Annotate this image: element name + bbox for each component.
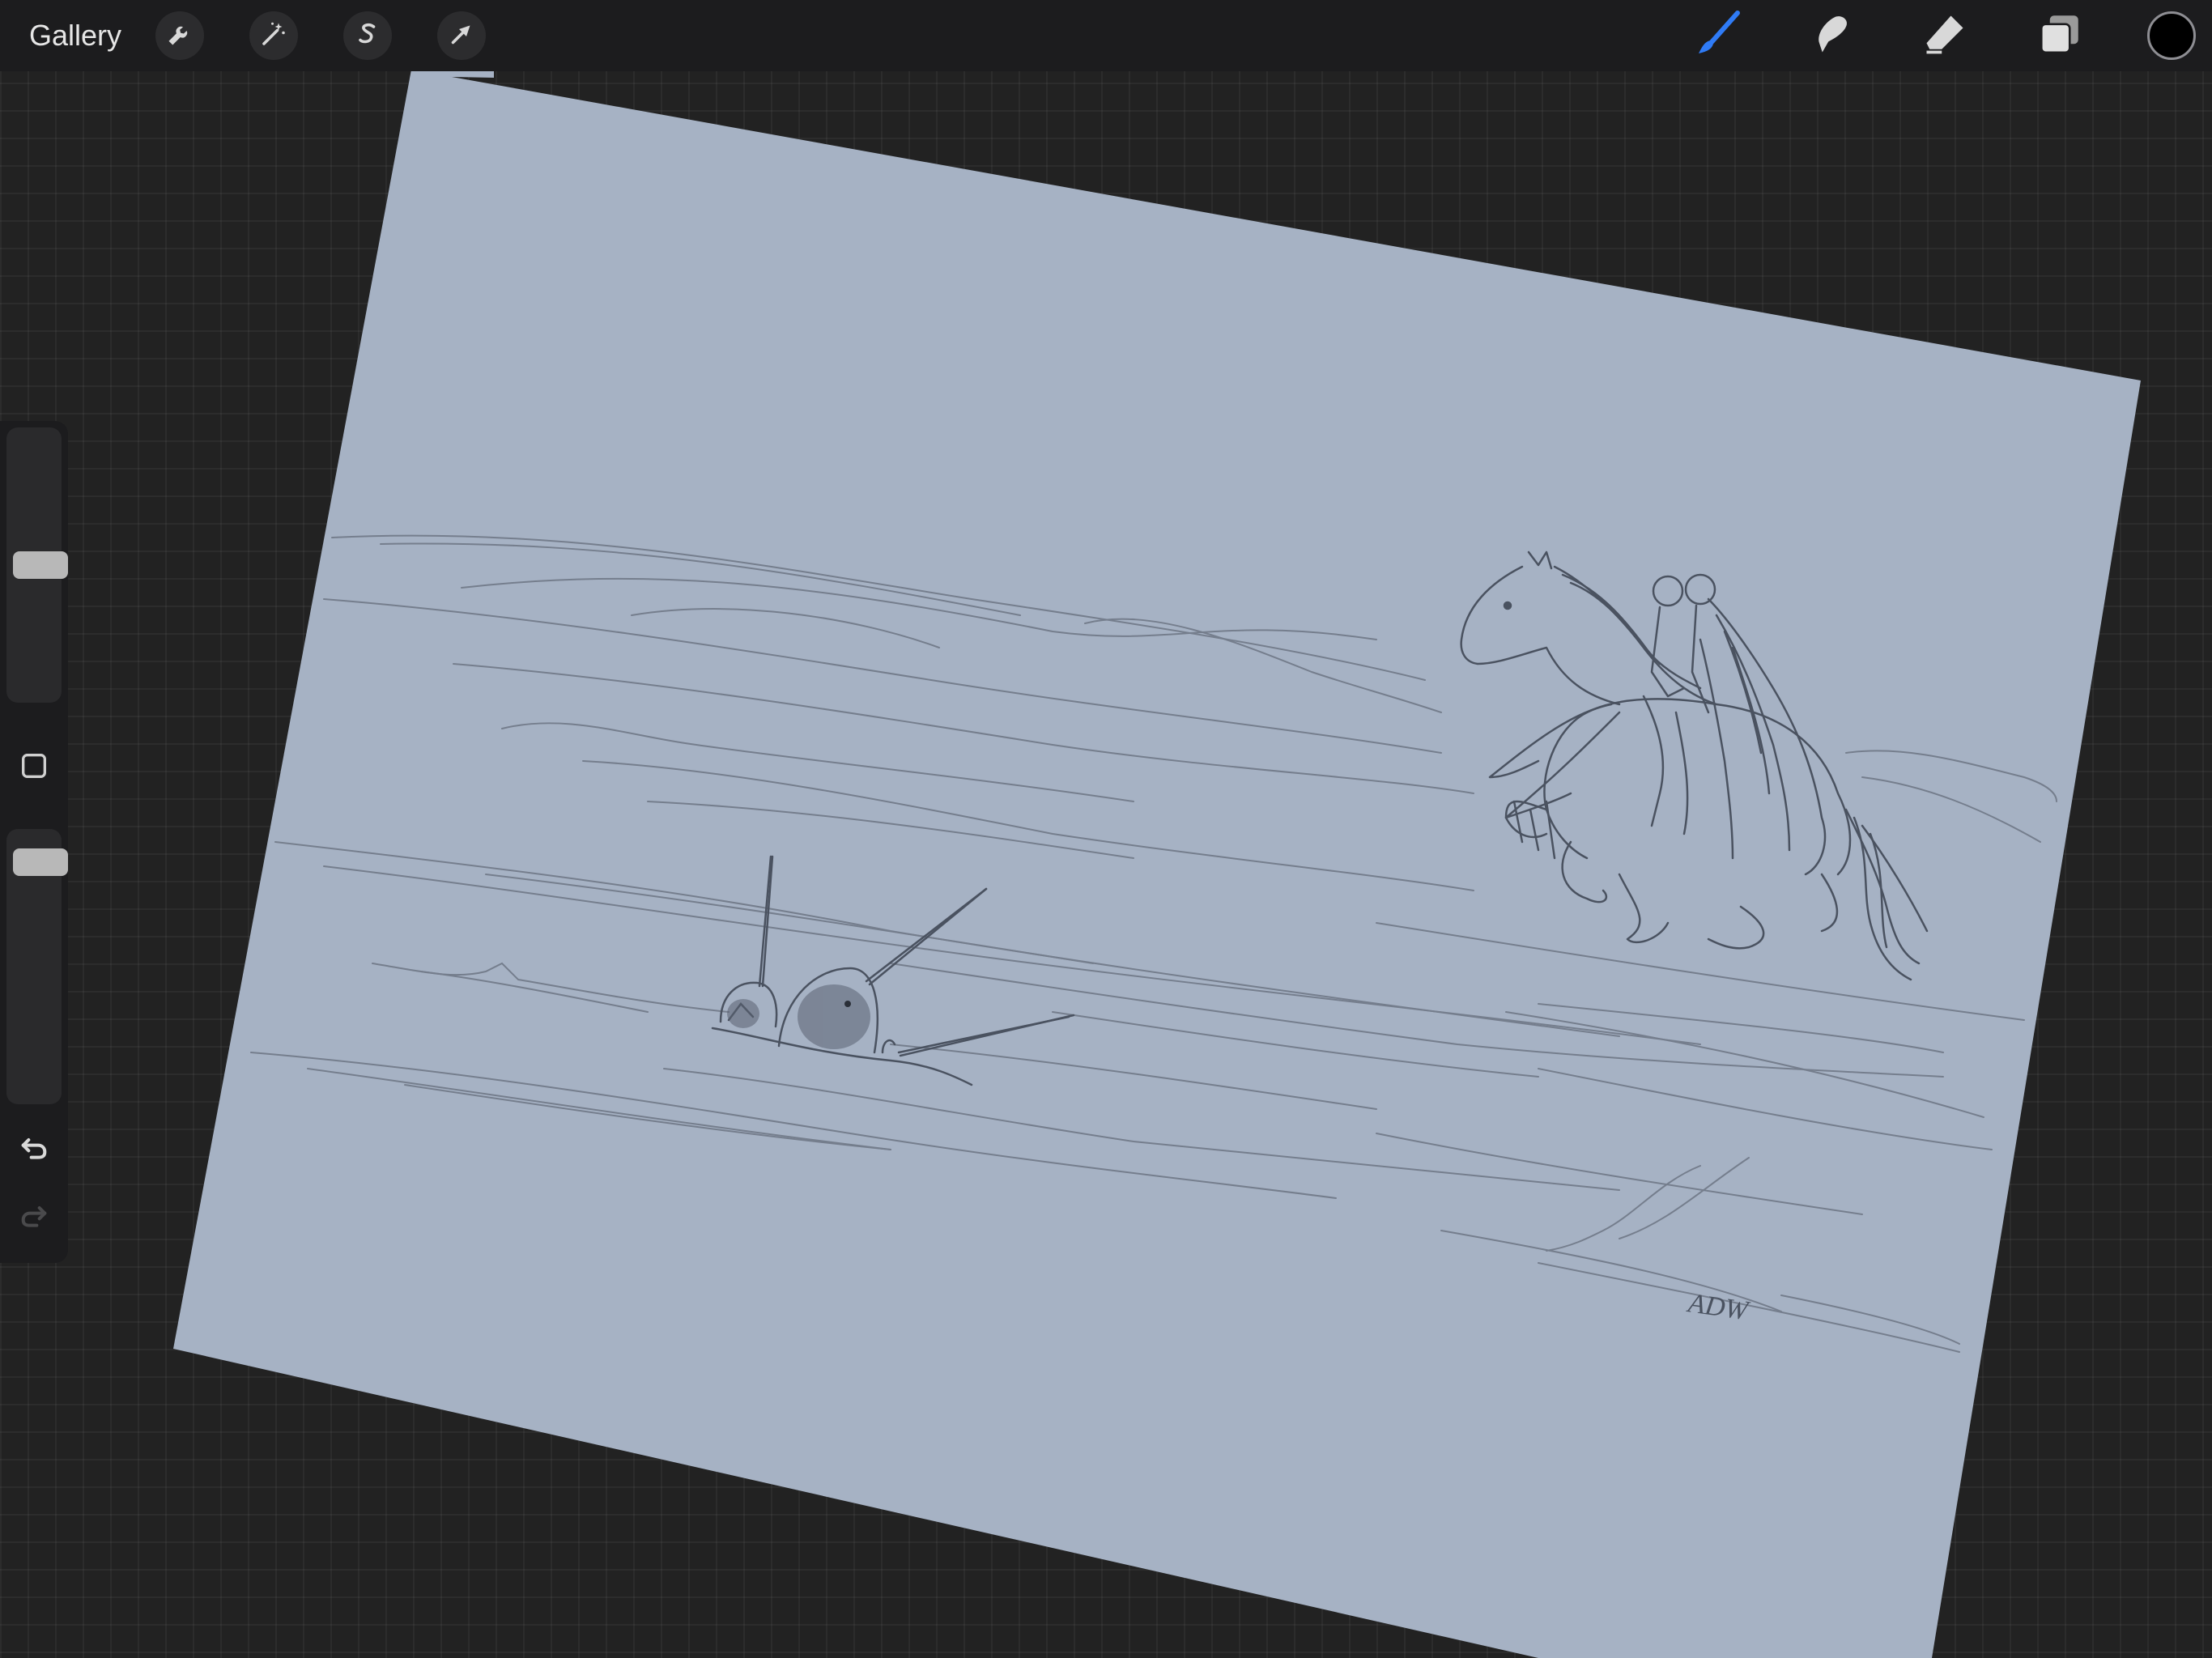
color-swatch[interactable] xyxy=(2147,11,2196,60)
brush-size-slider[interactable] xyxy=(6,427,68,703)
selection-icon xyxy=(353,19,382,53)
left-sidebar xyxy=(0,421,68,1263)
brush-size-thumb[interactable] xyxy=(13,551,68,579)
selection-button[interactable] xyxy=(343,11,392,60)
eraser-tool-button[interactable] xyxy=(1919,10,1971,62)
redo-button[interactable] xyxy=(11,1195,57,1240)
top-toolbar: Gallery xyxy=(0,0,2212,71)
transform-arrow-icon xyxy=(447,19,476,53)
actions-button[interactable] xyxy=(155,11,204,60)
magic-wand-icon xyxy=(259,19,288,53)
canvas[interactable]: ADW xyxy=(0,0,2212,1658)
undo-button[interactable] xyxy=(11,1127,57,1172)
opacity-slider[interactable] xyxy=(6,829,68,1104)
wrench-icon xyxy=(165,19,194,53)
opacity-thumb[interactable] xyxy=(13,848,68,877)
smudge-icon xyxy=(1807,10,1856,62)
redo-icon xyxy=(18,1200,50,1236)
smudge-tool-button[interactable] xyxy=(1806,10,1857,62)
brush-tool-button[interactable] xyxy=(1692,10,1744,62)
layers-icon xyxy=(2037,11,2082,61)
undo-icon xyxy=(18,1132,50,1168)
gallery-button[interactable]: Gallery xyxy=(29,15,121,57)
eraser-icon xyxy=(1921,10,1969,62)
modify-button[interactable] xyxy=(16,750,52,785)
brush-icon xyxy=(1692,8,1744,64)
square-icon xyxy=(18,750,50,786)
layers-button[interactable] xyxy=(2034,10,2086,62)
transform-button[interactable] xyxy=(437,11,486,60)
adjustments-button[interactable] xyxy=(249,11,298,60)
